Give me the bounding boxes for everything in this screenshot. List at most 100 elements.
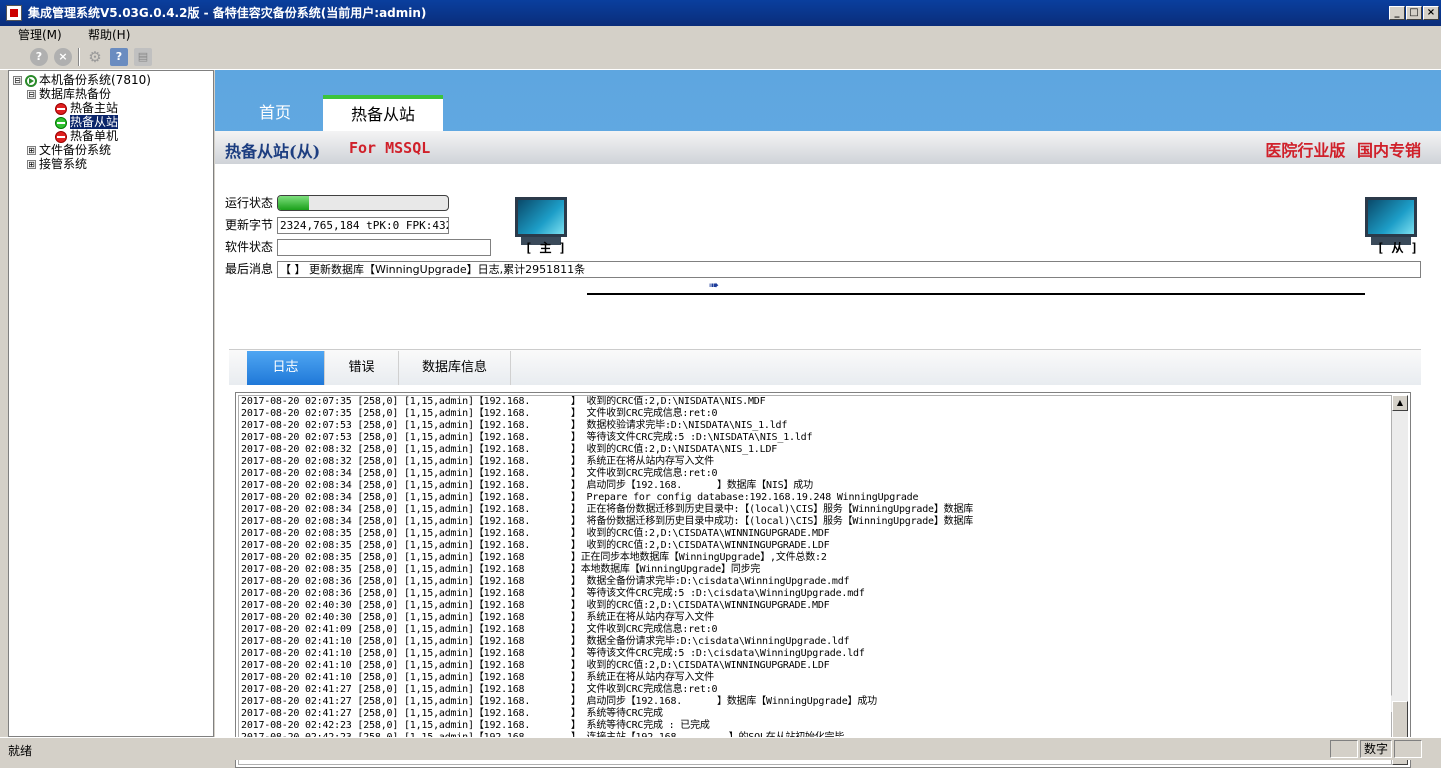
tree-root[interactable]: ⊟ 本机备份系统(7810)	[13, 73, 151, 87]
tree-takeover-label: 接管系统	[39, 157, 88, 171]
running-icon	[25, 74, 37, 87]
menu-help[interactable]: 帮助(H)	[88, 26, 130, 44]
tree-db-hot-label: 数据库热备份	[39, 87, 112, 101]
run-status-fill	[278, 196, 309, 210]
log-entry[interactable]: 2017-08-20 02:08:36 [258,0] [1,15,admin]…	[239, 576, 1391, 588]
question-icon[interactable]: ?	[110, 48, 128, 66]
expand-icon[interactable]: ⊞	[27, 160, 36, 169]
collapse-icon[interactable]: ⊟	[27, 90, 36, 99]
log-entry[interactable]: 2017-08-20 02:08:35 [258,0] [1,15,admin]…	[239, 540, 1391, 552]
expand-icon[interactable]: ⊞	[27, 146, 36, 155]
title-bar: 集成管理系统V5.03G.0.4.2版 - 备特佳容灾备份系统(当前用户:adm…	[0, 0, 1441, 26]
settings-icon[interactable]: ⚙	[86, 48, 104, 66]
edition-label: 医院行业版 国内专销	[1265, 141, 1421, 160]
bytes-field: 2324,765,184 tPK:0 FPK:43278	[277, 217, 449, 234]
tab-errors[interactable]: 错误	[325, 351, 399, 385]
main-content: 首页 热备从站 热备从站(从) For MSSQL 医院行业版 国内专销 运行状…	[215, 70, 1441, 768]
watermark-logo: UPM 和力记易	[1340, 694, 1410, 734]
document-icon[interactable]: ▤	[134, 48, 152, 66]
log-entry[interactable]: 2017-08-20 02:07:35 [258,0] [1,15,admin]…	[239, 396, 1391, 408]
watermark-caption: 和力记易	[1340, 718, 1380, 729]
tree-file-backup[interactable]: ⊞ 文件备份系统	[27, 143, 111, 157]
stop-icon[interactable]: ×	[54, 48, 72, 66]
tree-item-slave[interactable]: 热备从站	[55, 115, 119, 129]
tab-database-info[interactable]: 数据库信息	[399, 351, 511, 385]
page-title: 热备从站(从)	[225, 142, 321, 161]
menu-manage[interactable]: 管理(M)	[18, 26, 62, 44]
stopped-icon	[55, 102, 67, 115]
status-pane-empty	[1394, 740, 1422, 758]
log-panel: 2017-08-20 02:07:35 [258,0] [1,15,admin]…	[235, 392, 1411, 768]
log-entry[interactable]: 2017-08-20 02:41:10 [258,0] [1,15,admin]…	[239, 648, 1391, 660]
slave-computer-icon	[1365, 197, 1417, 237]
transfer-arrow-icon: ➠	[709, 278, 720, 292]
log-entry[interactable]: 2017-08-20 02:08:32 [258,0] [1,15,admin]…	[239, 444, 1391, 456]
maximize-button[interactable]: □	[1406, 6, 1422, 20]
scroll-up-icon[interactable]: ▲	[1392, 395, 1408, 411]
navigation-tree: ⊟ 本机备份系统(7810) ⊟ 数据库热备份 热备主站 热备从站 热备单机 ⊞ 文件…	[8, 70, 214, 737]
last-message-label: 最后消息	[225, 262, 274, 276]
tree-file-backup-label: 文件备份系统	[39, 143, 112, 157]
log-entry[interactable]: 2017-08-20 02:07:35 [258,0] [1,15,admin]…	[239, 408, 1391, 420]
log-entry[interactable]: 2017-08-20 02:08:34 [258,0] [1,15,admin]…	[239, 468, 1391, 480]
run-status-bar	[277, 195, 449, 211]
app-icon	[6, 5, 22, 21]
log-entry[interactable]: 2017-08-20 02:41:10 [258,0] [1,15,admin]…	[239, 672, 1391, 684]
tree-takeover[interactable]: ⊞ 接管系统	[27, 157, 87, 171]
numlock-indicator: 数字	[1360, 740, 1392, 758]
last-message-field: 【 】 更新数据库【WinningUpgrade】日志,累计2951811条	[277, 261, 1421, 278]
tree-item-standalone[interactable]: 热备单机	[55, 129, 118, 143]
log-entry[interactable]: 2017-08-20 02:07:53 [258,0] [1,15,admin]…	[239, 420, 1391, 432]
log-entry[interactable]: 2017-08-20 02:41:27 [258,0] [1,15,admin]…	[239, 684, 1391, 696]
status-bar: 就绪 数字	[0, 737, 1441, 760]
collapse-icon[interactable]: ⊟	[13, 76, 22, 85]
log-entry[interactable]: 2017-08-20 02:41:09 [258,0] [1,15,admin]…	[239, 624, 1391, 636]
tab-home[interactable]: 首页	[235, 95, 315, 131]
log-entry[interactable]: 2017-08-20 02:08:34 [258,0] [1,15,admin]…	[239, 516, 1391, 528]
tree-item-label: 热备从站	[70, 115, 119, 129]
help-icon[interactable]: ?	[30, 48, 48, 66]
tree-item-label: 热备单机	[70, 129, 119, 143]
panel-header: 热备从站(从) For MSSQL 医院行业版 国内专销	[215, 131, 1441, 164]
log-entry[interactable]: 2017-08-20 02:08:34 [258,0] [1,15,admin]…	[239, 504, 1391, 516]
log-entry[interactable]: 2017-08-20 02:07:53 [258,0] [1,15,admin]…	[239, 432, 1391, 444]
stopped-icon	[55, 130, 67, 143]
log-entry[interactable]: 2017-08-20 02:41:27 [258,0] [1,15,admin]…	[239, 708, 1391, 720]
log-entry[interactable]: 2017-08-20 02:08:34 [258,0] [1,15,admin]…	[239, 480, 1391, 492]
page-subtitle: For MSSQL	[349, 139, 431, 157]
software-status-label: 软件状态	[225, 240, 274, 254]
toolbar: ? × ⚙ ? ▤	[0, 44, 1441, 70]
master-label: [ 主 ]	[525, 241, 566, 255]
log-entry[interactable]: 2017-08-20 02:08:35 [258,0] [1,15,admin]…	[239, 528, 1391, 540]
software-status-field	[277, 239, 491, 256]
log-entry[interactable]: 2017-08-20 02:41:10 [258,0] [1,15,admin]…	[239, 636, 1391, 648]
slave-label: [ 从 ]	[1377, 241, 1418, 255]
log-entry[interactable]: 2017-08-20 02:42:23 [258,0] [1,15,admin]…	[239, 720, 1391, 732]
log-entry[interactable]: 2017-08-20 02:40:30 [258,0] [1,15,admin]…	[239, 600, 1391, 612]
menu-bar: 管理(M) 帮助(H)	[0, 26, 1441, 44]
watermark-logo-text: UPM	[1340, 693, 1394, 718]
log-entry[interactable]: 2017-08-20 02:40:30 [258,0] [1,15,admin]…	[239, 612, 1391, 624]
tree-item-master[interactable]: 热备主站	[55, 101, 118, 115]
running-icon	[55, 116, 67, 129]
tree-item-label: 热备主站	[70, 101, 119, 115]
log-entry[interactable]: 2017-08-20 02:08:34 [258,0] [1,15,admin]…	[239, 492, 1391, 504]
log-entry[interactable]: 2017-08-20 02:41:27 [258,0] [1,15,admin]…	[239, 696, 1391, 708]
log-entry[interactable]: 2017-08-20 02:41:10 [258,0] [1,15,admin]…	[239, 660, 1391, 672]
tab-log[interactable]: 日志	[247, 351, 325, 385]
log-entry[interactable]: 2017-08-20 02:08:32 [258,0] [1,15,admin]…	[239, 456, 1391, 468]
window-title: 集成管理系统V5.03G.0.4.2版 - 备特佳容灾备份系统(当前用户:adm…	[28, 6, 427, 20]
tab-standby-slave[interactable]: 热备从站	[323, 95, 443, 131]
log-list[interactable]: 2017-08-20 02:07:35 [258,0] [1,15,admin]…	[238, 395, 1392, 765]
status-text: 就绪	[8, 744, 33, 758]
tree-db-hot-backup[interactable]: ⊟ 数据库热备份	[27, 87, 111, 101]
bytes-label: 更新字节	[225, 218, 274, 232]
toolbar-separator	[78, 48, 80, 66]
run-status-label: 运行状态	[225, 196, 274, 210]
log-entry[interactable]: 2017-08-20 02:08:35 [258,0] [1,15,admin]…	[239, 564, 1391, 576]
minimize-button[interactable]: _	[1389, 6, 1405, 20]
close-button[interactable]: ×	[1423, 6, 1439, 20]
slave-panel: 热备从站(从) For MSSQL 医院行业版 国内专销 运行状态 更新字节 2…	[215, 131, 1441, 768]
log-entry[interactable]: 2017-08-20 02:08:35 [258,0] [1,15,admin]…	[239, 552, 1391, 564]
log-entry[interactable]: 2017-08-20 02:08:36 [258,0] [1,15,admin]…	[239, 588, 1391, 600]
